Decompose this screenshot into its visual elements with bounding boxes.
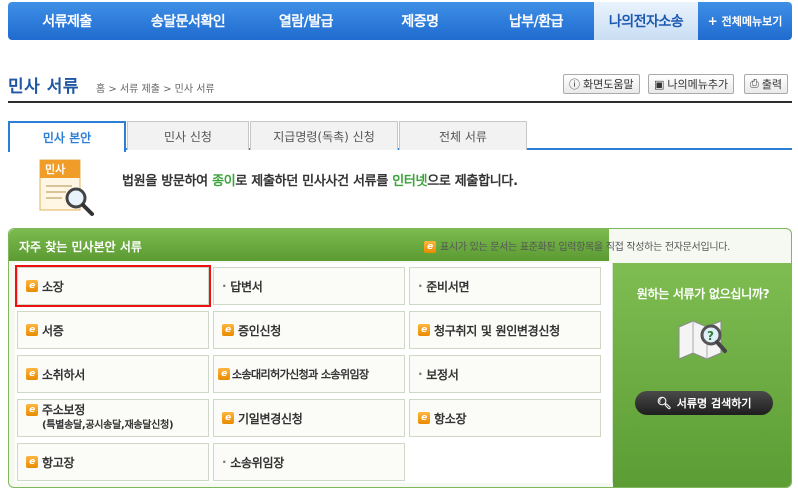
add-my-menu-button[interactable]: ▣ 나의메뉴추가 [648, 74, 735, 94]
title-row: 민사 서류 홈 > 서류 제출 > 민사 서류 ⓘ 화면도움말 ▣ 나의메뉴추가… [8, 70, 792, 98]
e-document-icon: e [26, 368, 38, 380]
e-document-note: e 표시가 있는 문서는 표준화된 입력항목을 직접 작성하는 전자문서입니다. [424, 238, 730, 253]
help-label: 화면도움말 [583, 78, 634, 91]
top-navigation: 서류제출 송달문서확인 열람/발급 제증명 납부/환급 나의전자소송 + 전체메… [8, 2, 792, 40]
tab-all-documents[interactable]: 전체 서류 [399, 121, 527, 150]
doc-address-correction[interactable]: e 주소보정 (특별송달,공시송달,재송달신청) [17, 399, 209, 437]
tab-civil-application[interactable]: 민사 신청 [127, 121, 249, 150]
doc-sub-label: (특별송달,공시송달,재송달신청) [42, 420, 174, 431]
help-button[interactable]: ⓘ 화면도움말 [563, 74, 640, 94]
e-document-icon: e [26, 280, 38, 292]
doc-label: 기일변경신청 [238, 411, 303, 426]
doc-documentary-evidence[interactable]: e 서증 [17, 311, 209, 349]
doc-appeal[interactable]: e 항소장 [409, 399, 601, 437]
intro-icon-label: 민사 [45, 162, 66, 176]
doc-preparatory-brief[interactable]: · 준비서면 [409, 267, 601, 305]
document-search-sidebar: 원하는 서류가 없으십니까? ? 🔍︎ 서류명 검색하기 [613, 263, 791, 487]
doc-label: 소송대리허가신청과 소송위임장 [232, 368, 369, 381]
doc-date-change[interactable]: e 기일변경신청 [213, 399, 405, 437]
doc-label: 항소장 [434, 411, 467, 426]
document-grid: e 소장 · 답변서 · 준비서면 e 서증 e 증인신청 e 청구취지 및 원인변경신청 … [15, 263, 613, 483]
e-document-icon: e [222, 412, 234, 424]
nav-certificate[interactable]: 제증명 [362, 2, 478, 40]
tab-civil-main[interactable]: 민사 본안 [8, 121, 126, 152]
nav-view-issue[interactable]: 열람/발급 [250, 2, 362, 40]
breadcrumb: 홈 > 서류 제출 > 민사 서류 [96, 84, 215, 95]
doc-complaint[interactable]: e 소장 [15, 265, 211, 307]
doc-answer[interactable]: · 답변서 [213, 267, 405, 305]
e-document-icon: e [418, 412, 430, 424]
map-magnifier-icon: ? [678, 320, 727, 360]
e-document-icon: e [222, 324, 234, 336]
doc-label: 준비서면 [426, 279, 470, 294]
doc-correction[interactable]: · 보정서 [409, 355, 601, 393]
doc-label: 소송위임장 [230, 455, 284, 470]
e-document-icon: e [26, 456, 38, 468]
map-search-illustration: ? [675, 313, 731, 363]
bullet-icon: · [222, 455, 227, 469]
search-button-label: 서류명 검색하기 [676, 397, 752, 410]
frequent-documents-panel: 자주 찾는 민사본안 서류 e 표시가 있는 문서는 표준화된 입력항목을 직접 … [8, 228, 792, 488]
nav-document-submit[interactable]: 서류제출 [8, 2, 126, 40]
nav-my-e-litigation[interactable]: 나의전자소송 [594, 2, 698, 40]
doc-claim-change[interactable]: e 청구취지 및 원인변경신청 [409, 311, 601, 349]
bullet-icon: · [418, 367, 423, 381]
search-icon: 🔍︎ [656, 396, 672, 410]
doc-label: 항고장 [42, 455, 75, 470]
document-search-illustration: 민사 [36, 158, 96, 218]
e-document-icon: e [418, 324, 430, 336]
tab-bar: 민사 본안 민사 신청 지급명령(독촉) 신청 전체 서류 [8, 121, 792, 152]
title-divider [8, 101, 792, 103]
e-document-icon: e [26, 324, 38, 336]
doc-withdrawal[interactable]: e 소취하서 [17, 355, 209, 393]
document-magnifier-icon: 민사 [39, 159, 94, 216]
all-menu-button[interactable]: + 전체메뉴보기 [698, 2, 792, 40]
print-label: 출력 [761, 78, 783, 91]
doc-label: 소장 [42, 279, 64, 294]
bullet-icon: · [418, 279, 423, 293]
add-my-menu-label: 나의메뉴추가 [667, 78, 729, 91]
intro-text-part: 로 제출하던 민사사건 서류를 [235, 174, 393, 189]
bullet-icon: · [222, 279, 227, 293]
svg-text:?: ? [707, 329, 714, 343]
doc-label: 증인신청 [238, 323, 281, 338]
tab-payment-order[interactable]: 지급명령(독촉) 신청 [250, 121, 398, 150]
bookmark-add-icon: ▣ [654, 77, 665, 91]
doc-agent-permission[interactable]: e 소송대리허가신청과 소송위임장 [213, 355, 405, 393]
doc-complaint-appeal[interactable]: e 항고장 [17, 443, 209, 481]
doc-power-of-attorney[interactable]: · 소송위임장 [213, 443, 405, 481]
search-prompt: 원하는 서류가 없으십니까? [636, 287, 770, 301]
all-menu-label: 전체메뉴보기 [721, 15, 783, 28]
note-text: 표시가 있는 문서는 표준화된 입력항목을 직접 작성하는 전자문서입니다. [440, 242, 731, 253]
page-title: 민사 서류 [8, 77, 79, 97]
intro-text-part: 법원을 방문하여 [122, 174, 213, 189]
doc-label: 주소보정 [42, 403, 85, 417]
nav-delivery-check[interactable]: 송달문서확인 [126, 2, 250, 40]
doc-label-group: 주소보정 (특별송달,공시송달,재송달신청) [42, 403, 174, 433]
e-document-icon: e [218, 368, 230, 380]
nav-payment-refund[interactable]: 납부/환급 [478, 2, 594, 40]
intro-highlight-paper: 종이 [212, 174, 236, 189]
document-search-button[interactable]: 🔍︎ 서류명 검색하기 [635, 391, 773, 415]
info-icon: ⓘ [569, 78, 580, 91]
intro-highlight-internet: 인터넷 [392, 174, 428, 189]
doc-label: 보정서 [426, 367, 459, 382]
intro-text-part: 으로 제출합니다. [427, 174, 518, 189]
intro-message: 법원을 방문하여 종이로 제출하던 민사사건 서류를 인터넷으로 제출합니다. [122, 170, 518, 189]
doc-witness-request[interactable]: e 증인신청 [213, 311, 405, 349]
doc-label: 답변서 [230, 279, 263, 294]
e-document-icon: e [26, 404, 38, 416]
e-document-icon: e [424, 241, 436, 253]
doc-label: 서증 [42, 323, 64, 338]
printer-icon: ⎙ [750, 77, 759, 90]
print-button[interactable]: ⎙ 출력 [744, 74, 789, 94]
panel-title: 자주 찾는 민사본안 서류 [19, 240, 142, 254]
doc-label: 청구취지 및 원인변경신청 [434, 323, 560, 338]
doc-label: 소취하서 [42, 367, 85, 382]
plus-icon: + [707, 14, 718, 28]
